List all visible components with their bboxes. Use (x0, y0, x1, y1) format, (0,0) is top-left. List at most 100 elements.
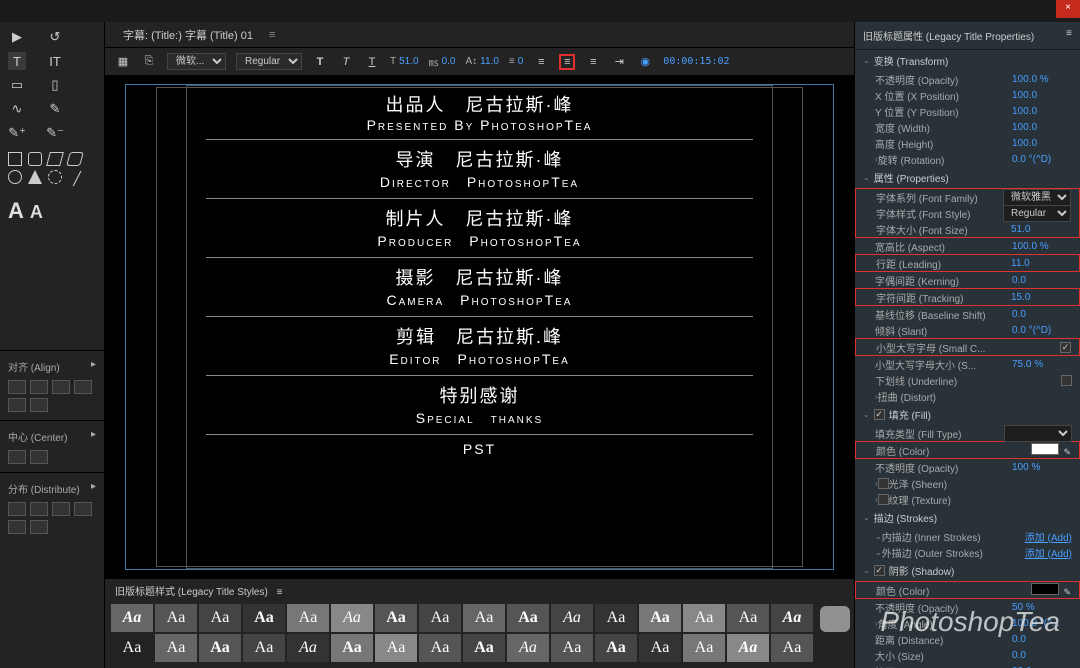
vertical-text-tool[interactable]: IT (46, 52, 64, 70)
wedge-tool[interactable] (66, 152, 84, 166)
tab-stops-icon[interactable]: ⇥ (611, 54, 627, 70)
dist-3[interactable] (52, 502, 70, 516)
style-swatch[interactable]: Aa (727, 634, 769, 662)
tracking-field[interactable]: ≡ 0 (509, 56, 523, 67)
rect-tool[interactable] (8, 152, 22, 166)
credits-text[interactable]: 出品人 尼古拉斯·峰Presented By PhotoshopTea导演 尼古… (126, 85, 833, 463)
tab-menu-icon[interactable]: ≡ (269, 29, 275, 41)
align-right-icon[interactable]: ≡ (585, 54, 601, 70)
ellipse-arc-tool[interactable] (48, 170, 62, 184)
rounded-rect-tool[interactable] (28, 152, 42, 166)
shadow-angle-value[interactable]: 100.0 °(^... (1012, 618, 1072, 629)
credit-block[interactable]: 制片人 尼古拉斯·峰Producer PhotoshopTea (126, 199, 833, 257)
style-swatch[interactable]: Aa (199, 634, 241, 662)
kerning-value[interactable]: 0.0 (1012, 275, 1072, 286)
outer-stroke-add[interactable]: 添加 (Add) (1025, 545, 1072, 560)
shadow-group[interactable]: ⌄✓ 阴影 (Shadow) (855, 560, 1080, 581)
style-swatch[interactable]: Aa (111, 604, 153, 632)
style-swatch[interactable]: Aa (375, 634, 417, 662)
style-swatch[interactable]: Aa (375, 604, 417, 632)
timecode-display[interactable]: 00:00:15:02 (663, 56, 729, 67)
aspect-field[interactable]: ㎳ 0.0 (429, 54, 456, 69)
style-swatch[interactable]: Aa (595, 604, 637, 632)
roll-crawl-icon[interactable]: ▦ (115, 54, 131, 70)
shadow-color-swatch[interactable] (1031, 583, 1059, 595)
height-value[interactable]: 100.0 (1012, 138, 1072, 149)
style-swatch[interactable]: Aa (287, 634, 329, 662)
path-text-tool[interactable]: ∿ (8, 100, 26, 118)
style-swatch[interactable]: Aa (463, 634, 505, 662)
shadow-checkbox[interactable]: ✓ (874, 565, 885, 576)
window-close-button[interactable]: × (1056, 0, 1080, 18)
credit-block[interactable]: 剪辑 尼古拉斯.峰Editor PhotoshopTea (126, 317, 833, 375)
template-icon[interactable]: ⎘ (141, 54, 157, 70)
dist-1[interactable] (8, 502, 26, 516)
y-value[interactable]: 100.0 (1012, 106, 1072, 117)
baseline-value[interactable]: 0.0 (1012, 309, 1072, 320)
style-swatch[interactable]: Aa (771, 604, 813, 632)
style-swatch[interactable]: Aa (507, 604, 549, 632)
smallcaps-size-value[interactable]: 75.0 % (1012, 359, 1072, 370)
shadow-eyedropper-icon[interactable]: ✎ (1063, 587, 1071, 597)
style-swatch[interactable]: Aa (683, 604, 725, 632)
properties-menu-icon[interactable]: ≡ (1066, 28, 1072, 43)
center-v[interactable] (30, 450, 48, 464)
align-top[interactable] (74, 380, 92, 394)
styles-title[interactable]: 旧版标题样式 (Legacy Title Styles) (115, 587, 268, 598)
arc-tool[interactable] (28, 170, 42, 184)
dist-5[interactable] (8, 520, 26, 534)
text-tool[interactable]: T (8, 52, 26, 70)
style-swatch[interactable]: Aa (331, 604, 373, 632)
credit-block[interactable]: 导演 尼古拉斯·峰Director PhotoshopTea (126, 140, 833, 198)
fill-group[interactable]: ⌄✓ 填充 (Fill) (855, 404, 1080, 425)
fill-color-swatch[interactable] (1031, 443, 1059, 455)
line-tool[interactable]: ╱ (68, 170, 86, 188)
style-swatch[interactable]: Aa (507, 634, 549, 662)
style-swatch[interactable]: Aa (419, 634, 461, 662)
style-swatch[interactable]: Aa (243, 604, 285, 632)
style-swatch[interactable]: Aa (639, 634, 681, 662)
fill-checkbox[interactable]: ✓ (874, 409, 885, 420)
texture-checkbox[interactable] (878, 494, 889, 505)
font-family-select[interactable]: 微软雅黑 (1003, 189, 1071, 206)
aspect-value[interactable]: 100.0 % (1012, 241, 1072, 252)
align-bottom[interactable] (30, 398, 48, 412)
rotation-value[interactable]: 0.0 °(^D) (1012, 154, 1072, 165)
style-swatch[interactable]: Aa (639, 604, 681, 632)
align-center-icon[interactable]: ≡ (559, 54, 575, 70)
rotate-tool[interactable]: ↺ (46, 28, 64, 46)
center-h[interactable] (8, 450, 26, 464)
smallcaps-checkbox[interactable]: ✓ (1060, 342, 1071, 353)
align-hcenter[interactable] (30, 380, 48, 394)
style-swatch[interactable]: Aa (595, 634, 637, 662)
align-right[interactable] (52, 380, 70, 394)
styles-menu-icon[interactable]: ≡ (277, 587, 283, 598)
font-size-value[interactable]: 51.0 (1011, 224, 1071, 235)
show-video-icon[interactable]: ◉ (637, 54, 653, 70)
font-family-dropdown[interactable]: 微软... (167, 53, 226, 70)
area-vtext-tool[interactable]: ▯ (46, 76, 64, 94)
font-style-dropdown[interactable]: Regular (236, 53, 302, 70)
transform-group[interactable]: ⌄变换 (Transform) (855, 50, 1080, 71)
leading-value[interactable]: 11.0 (1011, 258, 1071, 269)
properties-group[interactable]: ⌄属性 (Properties) (855, 167, 1080, 188)
style-swatch[interactable]: Aa (155, 604, 197, 632)
style-swatch[interactable]: Aa (111, 634, 153, 662)
fill-type-select[interactable] (1004, 425, 1072, 442)
big-aa-icon[interactable]: A (8, 198, 24, 224)
underline-icon[interactable]: T (364, 54, 380, 70)
font-style-select[interactable]: Regular (1003, 205, 1071, 222)
style-swatch[interactable]: Aa (331, 634, 373, 662)
width-value[interactable]: 100.0 (1012, 122, 1072, 133)
credit-block[interactable]: 特别感谢Special thanks (126, 376, 833, 434)
style-swatch[interactable]: Aa (155, 634, 197, 662)
style-swatch[interactable]: Aa (551, 604, 593, 632)
credit-block[interactable]: 出品人 尼古拉斯·峰Presented By PhotoshopTea (126, 85, 833, 139)
selection-tool[interactable]: ▶ (8, 28, 26, 46)
fill-eyedropper-icon[interactable]: ✎ (1063, 447, 1071, 457)
font-size-field[interactable]: T 51.0 (390, 56, 419, 67)
credit-block[interactable]: 摄影 尼古拉斯·峰Camera PhotoshopTea (126, 258, 833, 316)
align-vcenter[interactable] (8, 398, 26, 412)
add-anchor-tool[interactable]: ✎⁺ (8, 124, 26, 142)
style-swatch[interactable]: Aa (463, 604, 505, 632)
